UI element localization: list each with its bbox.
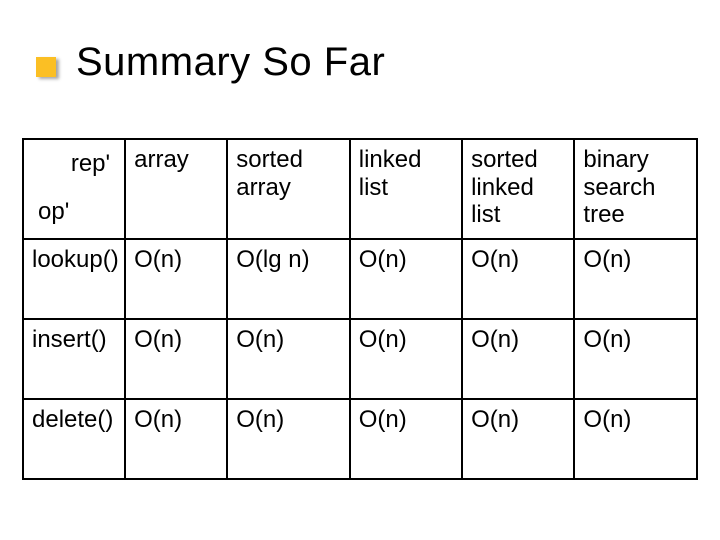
- table-row: delete() O(n) O(n) O(n) O(n) O(n): [23, 399, 697, 479]
- slide: Summary So Far rep' op' array sorted arr…: [0, 0, 720, 540]
- cell: O(n): [125, 399, 227, 479]
- table-header-row: rep' op' array sorted array linked list …: [23, 139, 697, 239]
- cell: O(n): [125, 239, 227, 319]
- cell: O(n): [462, 319, 574, 399]
- table-row: insert() O(n) O(n) O(n) O(n) O(n): [23, 319, 697, 399]
- title-wrap: Summary So Far: [36, 40, 385, 85]
- comparison-table-wrap: rep' op' array sorted array linked list …: [22, 138, 698, 480]
- cell: O(n): [350, 399, 462, 479]
- cell: O(n): [227, 319, 350, 399]
- cell: O(n): [227, 399, 350, 479]
- row-label-lookup: lookup(): [23, 239, 125, 319]
- col-header-sorted-linked-list: sorted linked list: [462, 139, 574, 239]
- col-header-linked-list: linked list: [350, 139, 462, 239]
- cell: O(n): [574, 319, 697, 399]
- rep-label: rep': [71, 150, 110, 178]
- bullet-square-icon: [36, 57, 56, 77]
- header-corner-cell: rep' op': [23, 139, 125, 239]
- cell: O(n): [574, 399, 697, 479]
- comparison-table: rep' op' array sorted array linked list …: [22, 138, 698, 480]
- cell: O(n): [350, 239, 462, 319]
- row-label-insert: insert(): [23, 319, 125, 399]
- cell: O(n): [462, 399, 574, 479]
- row-label-delete: delete(): [23, 399, 125, 479]
- cell: O(n): [350, 319, 462, 399]
- table-row: lookup() O(n) O(lg n) O(n) O(n) O(n): [23, 239, 697, 319]
- col-header-array: array: [125, 139, 227, 239]
- cell: O(lg n): [227, 239, 350, 319]
- op-label: op': [38, 198, 69, 226]
- col-header-sorted-array: sorted array: [227, 139, 350, 239]
- col-header-binary-search-tree: binary search tree: [574, 139, 697, 239]
- slide-title: Summary So Far: [76, 40, 385, 85]
- cell: O(n): [125, 319, 227, 399]
- cell: O(n): [574, 239, 697, 319]
- cell: O(n): [462, 239, 574, 319]
